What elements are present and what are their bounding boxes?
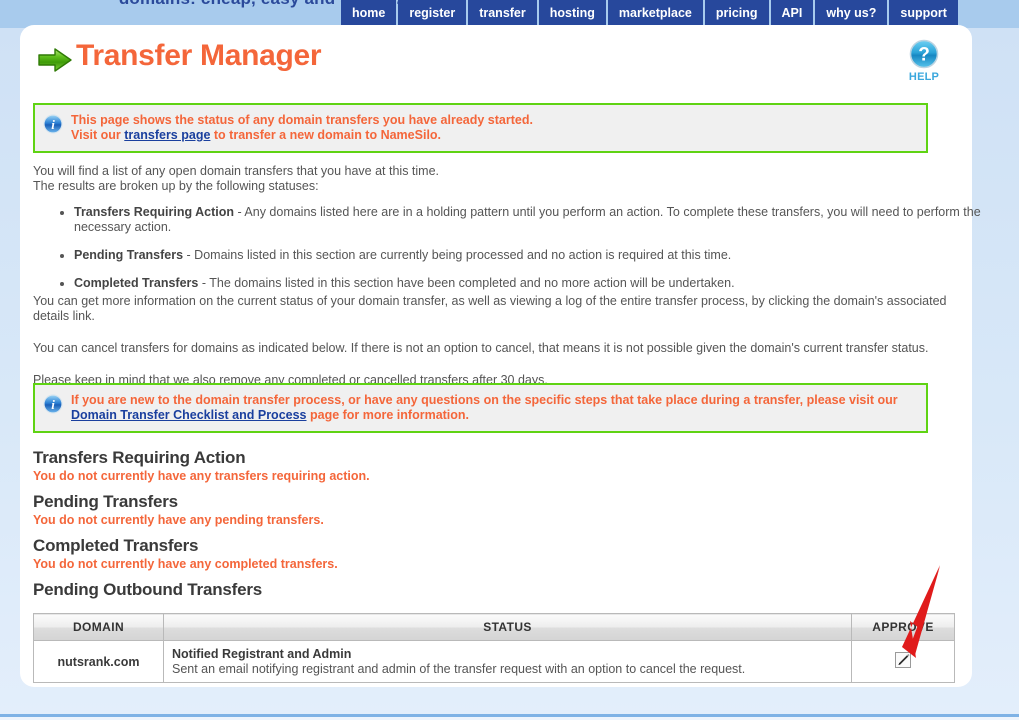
bullet-term: Completed Transfers <box>74 276 199 290</box>
bullet-term: Pending Transfers <box>74 248 184 262</box>
intro-paragraph: You will find a list of any open domain … <box>33 164 961 194</box>
section-transfers-requiring-action: Transfers Requiring Action You do not cu… <box>33 448 953 483</box>
section-title: Pending Outbound Transfers <box>33 580 263 599</box>
green-right-arrow-icon <box>38 47 72 73</box>
nav-item-marketplace[interactable]: marketplace <box>607 0 703 26</box>
approve-pencil-icon[interactable] <box>893 650 913 670</box>
nav-item-home[interactable]: home <box>341 0 397 26</box>
nav-item-support[interactable]: support <box>889 0 958 26</box>
svg-text:i: i <box>51 117 55 132</box>
nav-item-pricing[interactable]: pricing <box>704 0 769 26</box>
transfers-page-link[interactable]: transfers page <box>124 128 210 142</box>
info-circle-icon: i <box>43 114 63 134</box>
column-header-approve: APPROVE <box>851 613 955 641</box>
info-box-checklist: i If you are new to the domain transfer … <box>33 383 928 433</box>
nav-item-register[interactable]: register <box>398 0 467 26</box>
page-title: Transfer Manager <box>76 39 322 72</box>
question-mark-help-icon: ? <box>896 39 952 69</box>
svg-text:?: ? <box>918 45 930 66</box>
info-line-2-prefix: Visit our <box>71 128 125 142</box>
list-item: Completed Transfers - The domains listed… <box>74 276 984 291</box>
column-header-domain: DOMAIN <box>33 613 164 641</box>
status-detail: Sent an email notifying registrant and a… <box>172 662 746 676</box>
table-body: nutsrank.com Notified Registrant and Adm… <box>33 640 955 683</box>
list-item: Pending Transfers - Domains listed in th… <box>74 248 984 263</box>
section-pending-outbound-transfers: Pending Outbound Transfers <box>33 580 953 601</box>
paragraph-details-link: You can get more information on the curr… <box>33 294 947 323</box>
section-pending-transfers: Pending Transfers You do not currently h… <box>33 492 953 527</box>
intro-line-1: You will find a list of any open domain … <box>33 164 440 178</box>
info-line-1: If you are new to the domain transfer pr… <box>71 393 898 407</box>
svg-text:i: i <box>51 397 55 412</box>
section-empty-message: You do not currently have any transfers … <box>33 469 370 483</box>
section-title: Transfers Requiring Action <box>33 448 246 467</box>
section-empty-message: You do not currently have any pending tr… <box>33 513 324 527</box>
details-paragraphs: You can get more information on the curr… <box>33 294 961 388</box>
status-type-list: Transfers Requiring Action - Any domains… <box>52 205 984 291</box>
nav-item-why-us[interactable]: why us? <box>815 0 888 26</box>
help-label: HELP <box>908 71 940 83</box>
list-item: Transfers Requiring Action - Any domains… <box>74 205 984 235</box>
nav-item-transfer[interactable]: transfer <box>468 0 537 26</box>
info-circle-icon: i <box>43 394 63 414</box>
info-line-2: Domain Transfer Checklist and Process pa… <box>71 408 898 423</box>
bullet-desc: - Domains listed in this section are cur… <box>183 248 732 262</box>
info-line-2-suffix: to transfer a new domain to NameSilo. <box>210 128 442 142</box>
help-button[interactable]: ? HELP <box>896 39 952 83</box>
outbound-transfers-table: DOMAIN STATUS APPROVE nutsrank.com Notif… <box>33 613 955 683</box>
main-content-panel: Transfer Manager ? HELP i This page show… <box>20 25 981 687</box>
cell-domain: nutsrank.com <box>33 640 164 683</box>
column-header-status: STATUS <box>163 613 852 641</box>
bullet-desc: - The domains listed in this section hav… <box>198 276 735 290</box>
table-header-row: DOMAIN STATUS APPROVE <box>33 613 955 641</box>
section-completed-transfers: Completed Transfers You do not currently… <box>33 536 953 571</box>
section-title: Pending Transfers <box>33 492 178 511</box>
bullet-term: Transfers Requiring Action <box>74 205 234 219</box>
table-row: nutsrank.com Notified Registrant and Adm… <box>33 640 955 683</box>
domain-transfer-checklist-link[interactable]: Domain Transfer Checklist and Process <box>71 408 307 422</box>
info-line-2: Visit our transfers page to transfer a n… <box>71 128 533 143</box>
section-title: Completed Transfers <box>33 536 199 555</box>
info-line-2-suffix: page for more information. <box>306 408 470 422</box>
info-box-text: If you are new to the domain transfer pr… <box>71 393 898 423</box>
info-box-text: This page shows the status of any domain… <box>71 113 533 143</box>
info-line-1: This page shows the status of any domain… <box>71 113 533 127</box>
cell-approve <box>851 640 955 683</box>
section-empty-message: You do not currently have any completed … <box>33 557 338 571</box>
status-title: Notified Registrant and Admin <box>172 647 352 661</box>
info-box-transfer-status: i This page shows the status of any doma… <box>33 103 928 153</box>
intro-line-2: The results are broken up by the followi… <box>33 179 319 193</box>
page-header: Transfer Manager ? HELP <box>20 25 972 97</box>
nav-item-hosting[interactable]: hosting <box>538 0 606 26</box>
cell-status: Notified Registrant and Admin Sent an em… <box>163 640 852 683</box>
top-navigation-bar: home register transfer hosting marketpla… <box>341 0 958 26</box>
nav-item-api[interactable]: API <box>770 0 814 26</box>
paragraph-cancel-info: You can cancel transfers for domains as … <box>33 341 929 355</box>
table-head: DOMAIN STATUS APPROVE <box>33 613 955 641</box>
